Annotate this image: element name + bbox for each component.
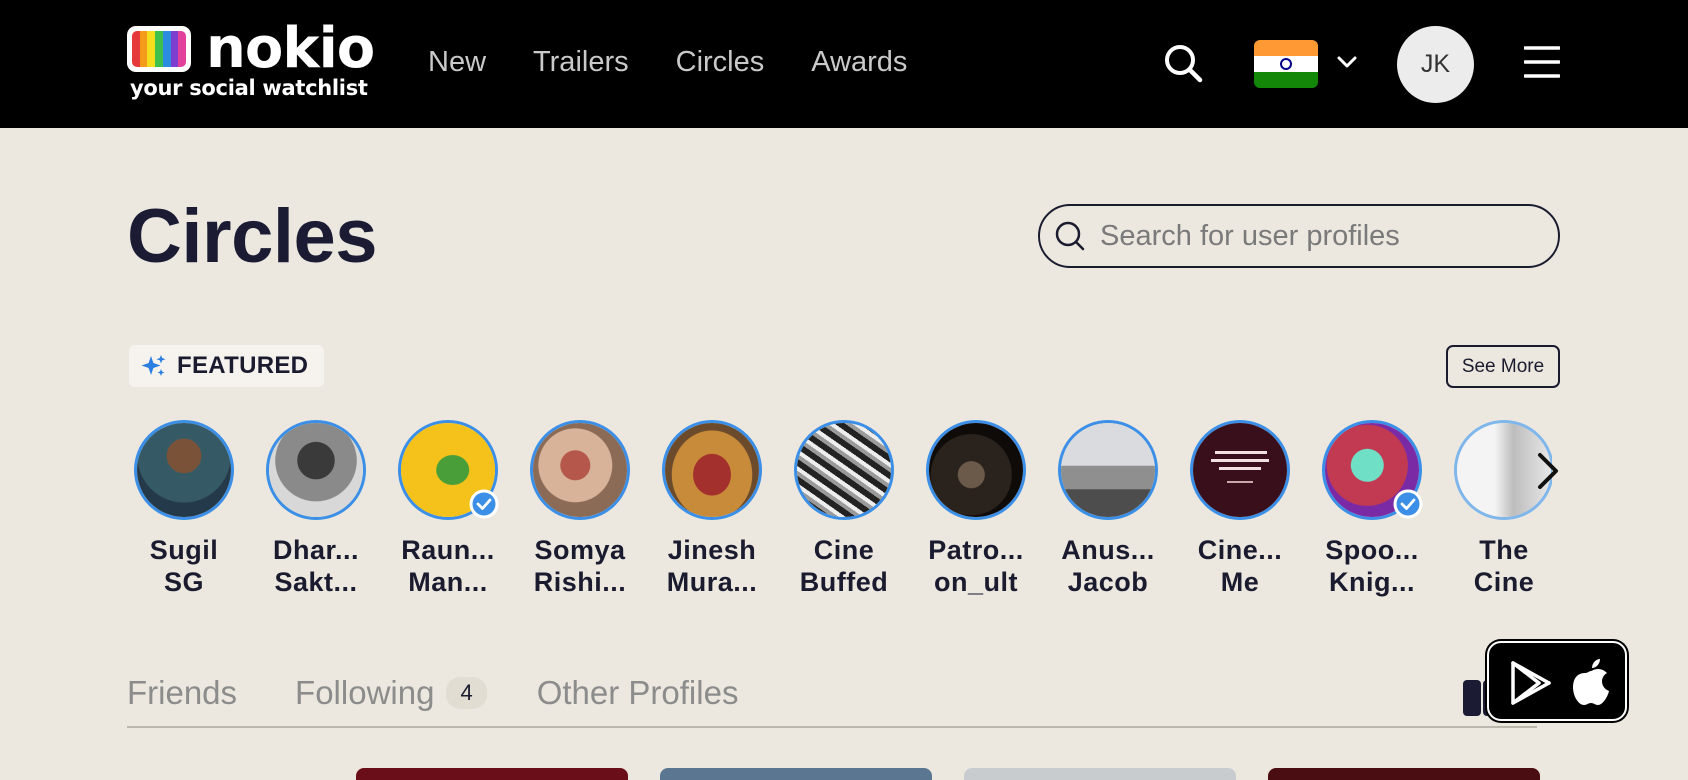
profile-name-line2: Cine	[1473, 567, 1535, 597]
profile-name-line1: Cine...	[1197, 535, 1283, 565]
tv-logo-icon	[127, 26, 191, 72]
profile-card[interactable]	[964, 768, 1236, 780]
profile-name-line2: Mura...	[666, 567, 758, 597]
profile-cards-row	[0, 768, 1688, 780]
featured-badge: FEATURED	[129, 345, 325, 387]
google-play-icon	[1511, 661, 1551, 705]
nokio-logo[interactable]: nokio your social watchlist	[127, 16, 375, 102]
profile-name-line1: The	[1479, 535, 1529, 565]
profile-avatar	[1061, 423, 1155, 517]
nav-trailers[interactable]: Trailers	[533, 46, 629, 79]
apple-icon	[1573, 659, 1609, 705]
verified-badge-icon	[469, 489, 499, 519]
profile-avatar	[665, 423, 759, 517]
search-input[interactable]	[1100, 219, 1540, 253]
app-download-badge[interactable]	[1487, 641, 1627, 721]
profile-avatar	[797, 423, 891, 517]
profile-item[interactable]: Spoo... Knig...	[1320, 420, 1424, 598]
profile-item[interactable]: Jinesh Mura...	[660, 420, 764, 598]
logo-wordmark: nokio	[206, 16, 375, 81]
nav-awards[interactable]: Awards	[811, 46, 907, 79]
profile-name-line1: Sugil	[149, 535, 219, 565]
profile-name-line1: Spoo...	[1325, 535, 1419, 565]
profile-item[interactable]: Cine... Me	[1188, 420, 1292, 598]
profile-item[interactable]: Dhar... Sakt...	[264, 420, 368, 598]
chevron-right-icon[interactable]	[1532, 449, 1562, 493]
profile-avatar	[137, 423, 231, 517]
top-navigation-bar: nokio your social watchlist New Trailers…	[0, 0, 1688, 128]
circles-tabs: Friends Following 4 Other Profiles	[127, 674, 738, 712]
tab-label: Following	[295, 674, 435, 711]
user-avatar[interactable]: JK	[1397, 26, 1474, 103]
tab-following[interactable]: Following 4	[295, 674, 487, 712]
profile-name-line1: Anus...	[1061, 535, 1155, 565]
profile-name-line1: Dhar...	[272, 535, 360, 565]
profile-item[interactable]: Raun... Man...	[396, 420, 500, 598]
nav-circles[interactable]: Circles	[676, 46, 765, 79]
profile-item[interactable]: Patro... on_ult	[924, 420, 1028, 598]
profile-name-line2: SG	[163, 567, 204, 597]
profile-name-line2: Jacob	[1067, 567, 1149, 597]
profile-card[interactable]	[660, 768, 932, 780]
profile-name-line2: on_ult	[934, 567, 1018, 597]
tab-label: Friends	[127, 674, 238, 711]
profile-avatar	[269, 423, 363, 517]
verified-badge-icon	[1393, 489, 1423, 519]
tabs-divider	[127, 726, 1537, 728]
profile-name-line1: Jinesh	[667, 535, 757, 565]
main-nav: New Trailers Circles Awards	[428, 46, 907, 79]
profile-name-line2: Sakt...	[274, 567, 358, 597]
profile-search-field[interactable]	[1038, 204, 1560, 268]
featured-label: FEATURED	[177, 352, 309, 379]
profile-name-line1: Raun...	[401, 535, 495, 565]
profile-name-line1: Cine	[813, 535, 875, 565]
search-icon	[1055, 221, 1085, 251]
tab-label: Other Profiles	[536, 674, 739, 711]
profile-name-line2: Rishi...	[533, 567, 627, 597]
profile-avatar	[929, 423, 1023, 517]
see-more-button[interactable]: See More	[1446, 345, 1560, 388]
profile-card[interactable]	[356, 768, 628, 780]
following-count-badge: 4	[446, 677, 487, 709]
featured-profiles-carousel: Sugil SG Dhar... Sakt... Raun... Man... Som…	[132, 420, 1552, 610]
profile-item[interactable]: Anus... Jacob	[1056, 420, 1160, 598]
hamburger-menu-icon[interactable]	[1523, 44, 1561, 80]
profile-avatar	[533, 423, 627, 517]
profile-item[interactable]: Cine Buffed	[792, 420, 896, 598]
tab-friends[interactable]: Friends	[127, 674, 237, 712]
profile-name-line2: Knig...	[1329, 567, 1415, 597]
profile-item[interactable]: Sugil SG	[132, 420, 236, 598]
profile-name-line1: Somya	[534, 535, 626, 565]
profile-avatar	[1193, 423, 1287, 517]
india-flag-icon[interactable]	[1254, 40, 1318, 88]
profile-item[interactable]: Somya Rishi...	[528, 420, 632, 598]
profile-item[interactable]: The Cine	[1452, 420, 1552, 598]
profile-name-line1: Patro...	[928, 535, 1024, 565]
tab-other-profiles[interactable]: Other Profiles	[537, 674, 739, 712]
logo-tagline: your social watchlist	[130, 76, 368, 100]
search-icon[interactable]	[1162, 42, 1204, 84]
sparkle-icon	[141, 355, 166, 376]
profile-name-line2: Buffed	[799, 567, 889, 597]
nav-new[interactable]: New	[428, 46, 486, 79]
profile-card[interactable]	[1268, 768, 1540, 780]
chevron-down-icon[interactable]	[1336, 54, 1358, 70]
profile-name-line2: Man...	[408, 567, 488, 597]
page-title: Circles	[127, 194, 378, 279]
profile-name-line2: Me	[1220, 567, 1260, 597]
